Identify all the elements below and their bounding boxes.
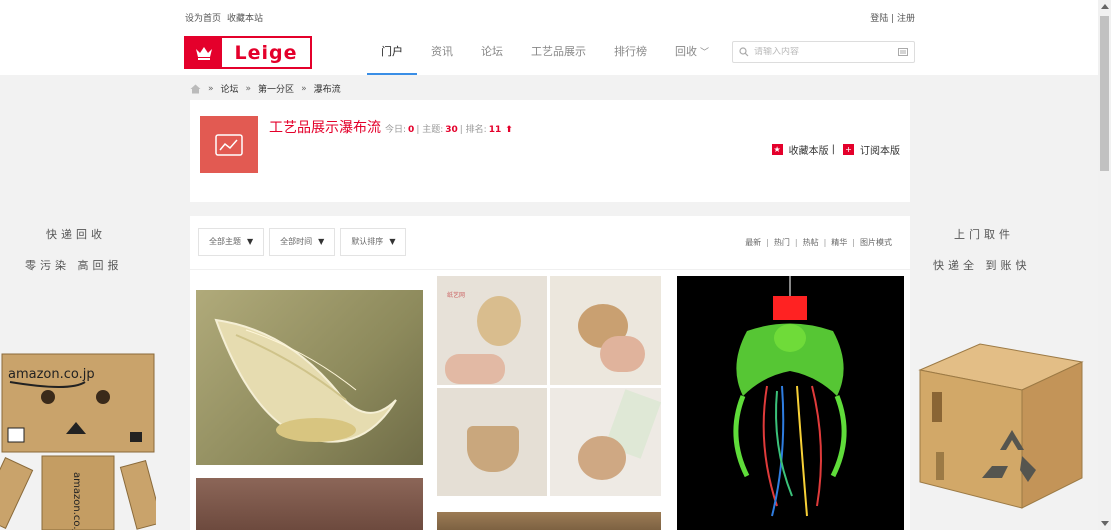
header: 设为首页 收藏本站 登陆 | 注册 Leige 门户 资讯 论坛 工艺品展示 排行… [0,0,1098,75]
search-icon [739,47,749,57]
chevron-down-icon: ﹀ [700,48,710,58]
topbar: 设为首页 收藏本站 [185,11,269,24]
bookmark-link[interactable]: 收藏本站 [227,14,263,24]
right-ad-line2: 快递全 到账快 [933,259,1031,272]
forum-actions: ★ 收藏本版 | + 订阅本版 [771,142,900,157]
set-home-link[interactable]: 设为首页 [185,14,221,24]
vertical-scrollbar[interactable] [1098,0,1111,530]
nav-item-forum[interactable]: 论坛 [467,30,517,75]
filter-order[interactable]: 默认排序 ▼ [340,228,407,256]
rank-up-icon: ⬆ [505,125,513,135]
waterfall-tile[interactable] [196,478,423,530]
sort-image-mode[interactable]: 图片模式 [860,238,892,247]
collage-photo-1: 纸艺网 [437,276,547,385]
svg-text:amazon.co.jp: amazon.co.jp [71,472,82,530]
crown-icon [186,38,222,67]
filigree-bowl-image [214,318,397,443]
collage-photo-2 [550,276,661,385]
forum-chart-icon [200,116,258,173]
breadcrumb-forum[interactable]: 论坛 [221,82,239,95]
waterfall-tile[interactable] [677,276,904,530]
nav-item-crafts[interactable]: 工艺品展示 [517,30,600,75]
svg-text:amazon.co.jp: amazon.co.jp [8,367,95,382]
nav-item-portal[interactable]: 门户 [367,30,417,75]
bottle-lamp-image [733,276,847,517]
collage-photo-4 [550,388,661,496]
scroll-up-icon[interactable] [1101,4,1109,9]
breadcrumb: » 论坛 » 第一分区 » 瀑布流 [190,82,341,95]
main-nav: 门户 资讯 论坛 工艺品展示 排行榜 回收 ﹀ [367,30,723,75]
collage-photo-3 [437,388,547,496]
right-ad-line1: 上门取件 [954,228,1014,241]
today-count: 0 [408,125,415,135]
plus-icon: + [843,144,854,155]
search-box[interactable] [732,41,915,63]
nav-item-news[interactable]: 资讯 [417,30,467,75]
sort-hot[interactable]: 热门 [774,238,790,247]
caret-down-icon: ▼ [389,237,396,246]
forum-header: 工艺品展示瀑布流 今日: 0 | 主题: 30 | 排名: 11 ⬆ ★ 收藏本… [190,100,910,202]
filter-bar: 全部主题 ▼ 全部时间 ▼ 默认排序 ▼ [198,228,411,256]
left-ad-line1: 快递回收 [46,228,106,241]
scroll-down-icon[interactable] [1101,521,1109,526]
content-panel: 全部主题 ▼ 全部时间 ▼ 默认排序 ▼ 最新 | 热门 | 热帖 | 精华 | 图片模式 纸艺网 [190,216,910,530]
forum-name[interactable]: 工艺品展示瀑布流 [269,117,381,137]
recycle-box-image[interactable] [918,342,1084,510]
sort-links: 最新 | 热门 | 热帖 | 精华 | 图片模式 [745,238,892,247]
star-icon: ★ [771,144,783,155]
rank-value: 11 [488,125,502,135]
breadcrumb-section[interactable]: 第一分区 [258,82,294,95]
divider [190,269,910,270]
waterfall-tile[interactable]: 纸艺网 [437,276,661,496]
sort-featured[interactable]: 精华 [831,238,847,247]
scrollbar-thumb[interactable] [1100,16,1109,171]
login-register-link[interactable]: 登陆 | 注册 [870,11,915,24]
sort-hot-posts[interactable]: 热帖 [803,238,819,247]
home-icon[interactable] [190,84,201,94]
filter-time[interactable]: 全部时间 ▼ [269,228,336,256]
nav-item-ranking[interactable]: 排行榜 [600,30,661,75]
logo-wordmark: Leige [234,41,298,64]
rank-label: | 排名: [459,125,487,135]
caret-down-icon: ▼ [318,237,325,246]
site-logo[interactable]: Leige [184,36,312,69]
cardboard-robot-image[interactable]: amazon.co.jp amazon.co.jp [0,352,156,530]
waterfall-tile[interactable] [196,290,423,465]
breadcrumb-current[interactable]: 瀑布流 [314,82,341,95]
subscribe-forum-button[interactable]: + 订阅本版 [843,142,900,157]
search-input[interactable] [754,47,898,57]
today-label: 今日: [385,125,407,135]
topics-label: | 主题: [416,125,444,135]
keyboard-icon[interactable] [898,48,908,56]
left-ad-line2: 零污染 高回报 [25,259,123,272]
sort-latest[interactable]: 最新 [745,238,761,247]
caret-down-icon: ▼ [247,237,254,246]
forum-title-row: 工艺品展示瀑布流 今日: 0 | 主题: 30 | 排名: 11 ⬆ [269,117,515,137]
filter-topics[interactable]: 全部主题 ▼ [198,228,265,256]
topics-count: 30 [445,125,458,135]
waterfall-tile[interactable] [437,512,661,530]
craft-watermark: 纸艺网 [447,292,466,299]
nav-item-recycle[interactable]: 回收 ﹀ [661,30,723,75]
favorite-forum-button[interactable]: ★ 收藏本版 [771,142,829,157]
